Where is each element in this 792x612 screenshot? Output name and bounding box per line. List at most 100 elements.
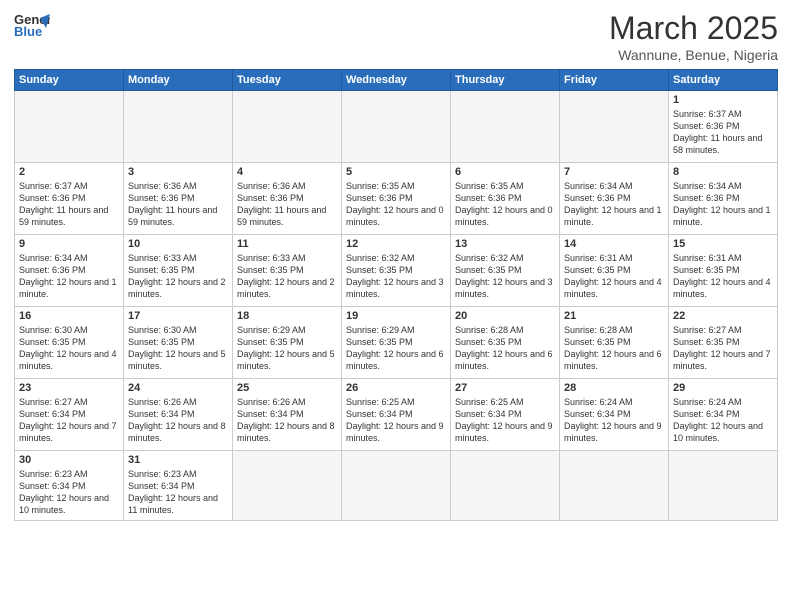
table-row: 22 Sunrise: 6:27 AM Sunset: 6:35 PM Dayli…	[669, 307, 778, 379]
table-row	[233, 91, 342, 163]
table-row	[15, 91, 124, 163]
table-row: 19 Sunrise: 6:29 AM Sunset: 6:35 PM Dayli…	[342, 307, 451, 379]
day-info: Sunrise: 6:32 AM Sunset: 6:35 PM Dayligh…	[455, 252, 555, 301]
day-number: 15	[673, 238, 773, 250]
day-number: 18	[237, 310, 337, 322]
day-number: 1	[673, 94, 773, 106]
table-row: 28 Sunrise: 6:24 AM Sunset: 6:34 PM Dayli…	[560, 379, 669, 451]
table-row: 23 Sunrise: 6:27 AM Sunset: 6:34 PM Dayli…	[15, 379, 124, 451]
table-row: 29Sunrise: 6:24 AM Sunset: 6:34 PM Dayli…	[669, 379, 778, 451]
day-info: Sunrise: 6:26 AM Sunset: 6:34 PM Dayligh…	[128, 396, 228, 445]
day-number: 5	[346, 166, 446, 178]
day-info: Sunrise: 6:30 AM Sunset: 6:35 PM Dayligh…	[19, 324, 119, 373]
day-info: Sunrise: 6:31 AM Sunset: 6:35 PM Dayligh…	[673, 252, 773, 301]
table-row: 10 Sunrise: 6:33 AM Sunset: 6:35 PM Dayli…	[124, 235, 233, 307]
day-number: 9	[19, 238, 119, 250]
table-row: 15 Sunrise: 6:31 AM Sunset: 6:35 PM Dayli…	[669, 235, 778, 307]
day-number: 10	[128, 238, 228, 250]
generalblue-logo-icon: General Blue	[14, 10, 50, 40]
day-number: 3	[128, 166, 228, 178]
day-info: Sunrise: 6:34 AM Sunset: 6:36 PM Dayligh…	[19, 252, 119, 301]
day-number: 8	[673, 166, 773, 178]
day-info: Sunrise: 6:33 AM Sunset: 6:35 PM Dayligh…	[128, 252, 228, 301]
day-number: 6	[455, 166, 555, 178]
day-info: Sunrise: 6:36 AM Sunset: 6:36 PM Dayligh…	[237, 180, 337, 229]
table-row: 11 Sunrise: 6:33 AM Sunset: 6:35 PM Dayli…	[233, 235, 342, 307]
day-info: Sunrise: 6:34 AM Sunset: 6:36 PM Dayligh…	[673, 180, 773, 229]
day-info: Sunrise: 6:32 AM Sunset: 6:35 PM Dayligh…	[346, 252, 446, 301]
table-row: 30Sunrise: 6:23 AM Sunset: 6:34 PM Dayli…	[15, 451, 124, 521]
table-row: 17Sunrise: 6:30 AM Sunset: 6:35 PM Dayli…	[124, 307, 233, 379]
table-row: 14Sunrise: 6:31 AM Sunset: 6:35 PM Dayli…	[560, 235, 669, 307]
day-number: 25	[237, 382, 337, 394]
day-number: 27	[455, 382, 555, 394]
table-row: 6 Sunrise: 6:35 AM Sunset: 6:36 PM Daylig…	[451, 163, 560, 235]
day-number: 23	[19, 382, 119, 394]
table-row	[669, 451, 778, 521]
col-monday: Monday	[124, 70, 233, 91]
day-info: Sunrise: 6:24 AM Sunset: 6:34 PM Dayligh…	[564, 396, 664, 445]
day-number: 13	[455, 238, 555, 250]
day-info: Sunrise: 6:27 AM Sunset: 6:34 PM Dayligh…	[19, 396, 119, 445]
table-row: 27 Sunrise: 6:25 AM Sunset: 6:34 PM Dayli…	[451, 379, 560, 451]
day-info: Sunrise: 6:31 AM Sunset: 6:35 PM Dayligh…	[564, 252, 664, 301]
col-saturday: Saturday	[669, 70, 778, 91]
day-number: 11	[237, 238, 337, 250]
day-info: Sunrise: 6:25 AM Sunset: 6:34 PM Dayligh…	[346, 396, 446, 445]
table-row: 25Sunrise: 6:26 AM Sunset: 6:34 PM Dayli…	[233, 379, 342, 451]
day-number: 7	[564, 166, 664, 178]
day-info: Sunrise: 6:23 AM Sunset: 6:34 PM Dayligh…	[19, 468, 119, 517]
day-info: Sunrise: 6:23 AM Sunset: 6:34 PM Dayligh…	[128, 468, 228, 517]
table-row	[451, 91, 560, 163]
page: General Blue March 2025 Wannune, Benue, …	[0, 0, 792, 612]
table-row: 1 Sunrise: 6:37 AM Sunset: 6:36 PM Daylig…	[669, 91, 778, 163]
calendar: Sunday Monday Tuesday Wednesday Thursday…	[14, 69, 778, 521]
day-info: Sunrise: 6:25 AM Sunset: 6:34 PM Dayligh…	[455, 396, 555, 445]
col-tuesday: Tuesday	[233, 70, 342, 91]
day-number: 22	[673, 310, 773, 322]
svg-text:Blue: Blue	[14, 24, 42, 39]
header: General Blue March 2025 Wannune, Benue, …	[14, 10, 778, 63]
table-row	[124, 91, 233, 163]
table-row: 18 Sunrise: 6:29 AM Sunset: 6:35 PM Dayli…	[233, 307, 342, 379]
day-info: Sunrise: 6:28 AM Sunset: 6:35 PM Dayligh…	[564, 324, 664, 373]
table-row: 21Sunrise: 6:28 AM Sunset: 6:35 PM Dayli…	[560, 307, 669, 379]
day-number: 29	[673, 382, 773, 394]
day-info: Sunrise: 6:37 AM Sunset: 6:36 PM Dayligh…	[19, 180, 119, 229]
col-thursday: Thursday	[451, 70, 560, 91]
table-row: 24 Sunrise: 6:26 AM Sunset: 6:34 PM Dayli…	[124, 379, 233, 451]
day-info: Sunrise: 6:29 AM Sunset: 6:35 PM Dayligh…	[346, 324, 446, 373]
day-number: 4	[237, 166, 337, 178]
day-number: 28	[564, 382, 664, 394]
day-info: Sunrise: 6:27 AM Sunset: 6:35 PM Dayligh…	[673, 324, 773, 373]
day-number: 17	[128, 310, 228, 322]
day-info: Sunrise: 6:28 AM Sunset: 6:35 PM Dayligh…	[455, 324, 555, 373]
day-number: 19	[346, 310, 446, 322]
table-row: 3 Sunrise: 6:36 AM Sunset: 6:36 PM Daylig…	[124, 163, 233, 235]
table-row	[233, 451, 342, 521]
day-header-row: Sunday Monday Tuesday Wednesday Thursday…	[15, 70, 778, 91]
day-info: Sunrise: 6:37 AM Sunset: 6:36 PM Dayligh…	[673, 108, 773, 157]
table-row: 2 Sunrise: 6:37 AM Sunset: 6:36 PM Daylig…	[15, 163, 124, 235]
day-info: Sunrise: 6:33 AM Sunset: 6:35 PM Dayligh…	[237, 252, 337, 301]
day-number: 20	[455, 310, 555, 322]
day-number: 12	[346, 238, 446, 250]
col-sunday: Sunday	[15, 70, 124, 91]
day-info: Sunrise: 6:36 AM Sunset: 6:36 PM Dayligh…	[128, 180, 228, 229]
location: Wannune, Benue, Nigeria	[609, 47, 778, 63]
table-row	[560, 91, 669, 163]
table-row: 4 Sunrise: 6:36 AM Sunset: 6:36 PM Daylig…	[233, 163, 342, 235]
logo: General Blue	[14, 10, 50, 40]
day-info: Sunrise: 6:35 AM Sunset: 6:36 PM Dayligh…	[346, 180, 446, 229]
day-number: 24	[128, 382, 228, 394]
day-number: 16	[19, 310, 119, 322]
day-number: 2	[19, 166, 119, 178]
table-row: 5 Sunrise: 6:35 AM Sunset: 6:36 PM Daylig…	[342, 163, 451, 235]
table-row: 20 Sunrise: 6:28 AM Sunset: 6:35 PM Dayli…	[451, 307, 560, 379]
day-info: Sunrise: 6:34 AM Sunset: 6:36 PM Dayligh…	[564, 180, 664, 229]
table-row	[560, 451, 669, 521]
table-row: 8 Sunrise: 6:34 AM Sunset: 6:36 PM Daylig…	[669, 163, 778, 235]
table-row: 7 Sunrise: 6:34 AM Sunset: 6:36 PM Daylig…	[560, 163, 669, 235]
day-info: Sunrise: 6:35 AM Sunset: 6:36 PM Dayligh…	[455, 180, 555, 229]
day-info: Sunrise: 6:29 AM Sunset: 6:35 PM Dayligh…	[237, 324, 337, 373]
